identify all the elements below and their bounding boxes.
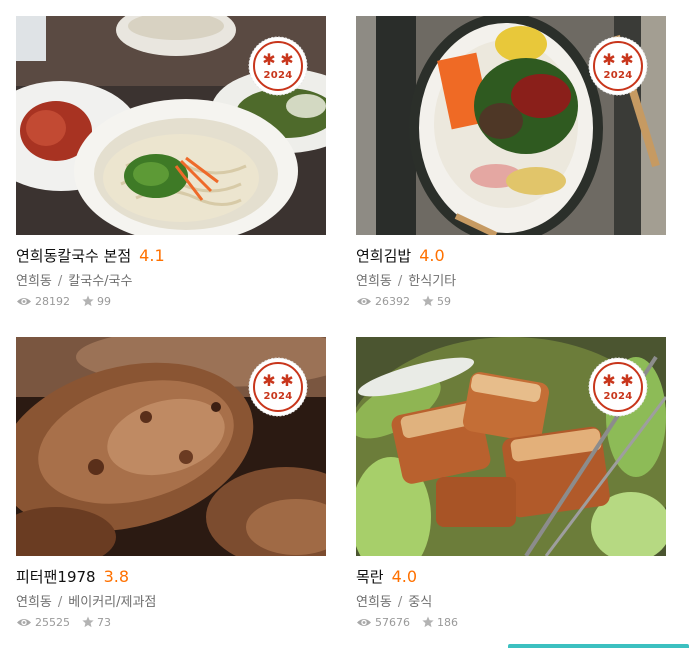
review-count: 59 — [437, 294, 451, 308]
eye-icon — [17, 297, 31, 305]
meta-separator: / — [397, 274, 403, 289]
svg-text:✱: ✱ — [280, 50, 293, 69]
restaurant-name[interactable]: 피터팬1978 — [16, 566, 96, 587]
svg-text:✱: ✱ — [620, 50, 633, 69]
restaurant-card[interactable]: ✱ ✱ 2024 연희김밥 4.0 연희동 / 한식기타 26392 59 — [356, 16, 666, 310]
twin-asterisk-icon: ✱ ✱ — [248, 357, 308, 417]
twin-asterisk-icon: ✱ ✱ — [248, 36, 308, 96]
restaurant-stats: 26392 59 — [356, 292, 666, 310]
restaurant-area: 연희동 — [16, 595, 52, 610]
restaurant-stats: 25525 73 — [16, 613, 326, 631]
eye-icon — [357, 297, 371, 305]
restaurant-meta: 연희동 / 한식기타 — [356, 270, 666, 290]
svg-text:✱: ✱ — [280, 371, 293, 390]
restaurant-card[interactable]: ✱ ✱ 2024 피터팬1978 3.8 연희동 / 베이커리/제과점 25525 — [16, 337, 326, 631]
star-icon — [82, 616, 94, 628]
view-count: 28192 — [35, 294, 70, 308]
restaurant-photo[interactable]: ✱ ✱ 2024 — [356, 337, 666, 556]
restaurant-area: 연희동 — [356, 595, 392, 610]
star-icon — [422, 616, 434, 628]
award-badge: ✱ ✱ 2024 — [588, 357, 648, 417]
view-count: 57676 — [375, 615, 410, 629]
view-count: 26392 — [375, 294, 410, 308]
badge-year: 2024 — [263, 70, 293, 81]
restaurant-meta: 연희동 / 칼국수/국수 — [16, 270, 326, 290]
badge-year: 2024 — [603, 391, 633, 402]
restaurant-meta: 연희동 / 중식 — [356, 591, 666, 611]
restaurant-name[interactable]: 연희동칼국수 본점 — [16, 245, 131, 266]
restaurant-card[interactable]: ✱ ✱ 2024 연희동칼국수 본점 4.1 연희동 / 칼국수/국수 28192 — [16, 16, 326, 310]
star-icon — [82, 295, 94, 307]
badge-year: 2024 — [263, 391, 293, 402]
restaurant-category: 중식 — [408, 595, 433, 610]
restaurant-score: 4.1 — [139, 246, 165, 265]
restaurant-category: 베이커리/제과점 — [68, 595, 157, 610]
meta-separator: / — [397, 595, 403, 610]
restaurant-area: 연희동 — [356, 274, 392, 289]
badge-year: 2024 — [603, 70, 633, 81]
review-count: 186 — [437, 615, 458, 629]
twin-asterisk-icon: ✱ ✱ — [588, 357, 648, 417]
eye-icon — [17, 618, 31, 626]
award-badge: ✱ ✱ 2024 — [588, 36, 648, 96]
svg-text:✱: ✱ — [620, 371, 633, 390]
restaurant-score: 4.0 — [419, 246, 445, 265]
restaurant-photo[interactable]: ✱ ✱ 2024 — [356, 16, 666, 235]
svg-text:✱: ✱ — [262, 50, 275, 69]
twin-asterisk-icon: ✱ ✱ — [588, 36, 648, 96]
restaurant-meta: 연희동 / 베이커리/제과점 — [16, 591, 326, 611]
restaurant-stats: 28192 99 — [16, 292, 326, 310]
restaurant-photo[interactable]: ✱ ✱ 2024 — [16, 337, 326, 556]
award-badge: ✱ ✱ 2024 — [248, 357, 308, 417]
restaurant-score: 4.0 — [391, 567, 418, 586]
svg-text:✱: ✱ — [602, 50, 615, 69]
award-badge: ✱ ✱ 2024 — [248, 36, 308, 96]
review-count: 73 — [97, 615, 111, 629]
meta-separator: / — [57, 595, 63, 610]
restaurant-card[interactable]: ✱ ✱ 2024 목란 4.0 연희동 / 중식 57676 186 — [356, 337, 666, 631]
view-count: 25525 — [35, 615, 70, 629]
svg-text:✱: ✱ — [602, 371, 615, 390]
restaurant-grid: ✱ ✱ 2024 연희동칼국수 본점 4.1 연희동 / 칼국수/국수 28192 — [0, 0, 689, 648]
restaurant-category: 한식기타 — [408, 274, 457, 289]
restaurant-photo[interactable]: ✱ ✱ 2024 — [16, 16, 326, 235]
star-icon — [422, 295, 434, 307]
more-button-edge[interactable] — [508, 644, 689, 648]
review-count: 99 — [97, 294, 111, 308]
svg-text:✱: ✱ — [262, 371, 275, 390]
restaurant-name[interactable]: 연희김밥 — [356, 245, 411, 266]
restaurant-stats: 57676 186 — [356, 613, 666, 631]
restaurant-area: 연희동 — [16, 274, 52, 289]
restaurant-score: 3.8 — [103, 567, 130, 586]
restaurant-category: 칼국수/국수 — [68, 274, 133, 289]
meta-separator: / — [57, 274, 63, 289]
restaurant-name[interactable]: 목란 — [356, 566, 384, 587]
eye-icon — [357, 618, 371, 626]
